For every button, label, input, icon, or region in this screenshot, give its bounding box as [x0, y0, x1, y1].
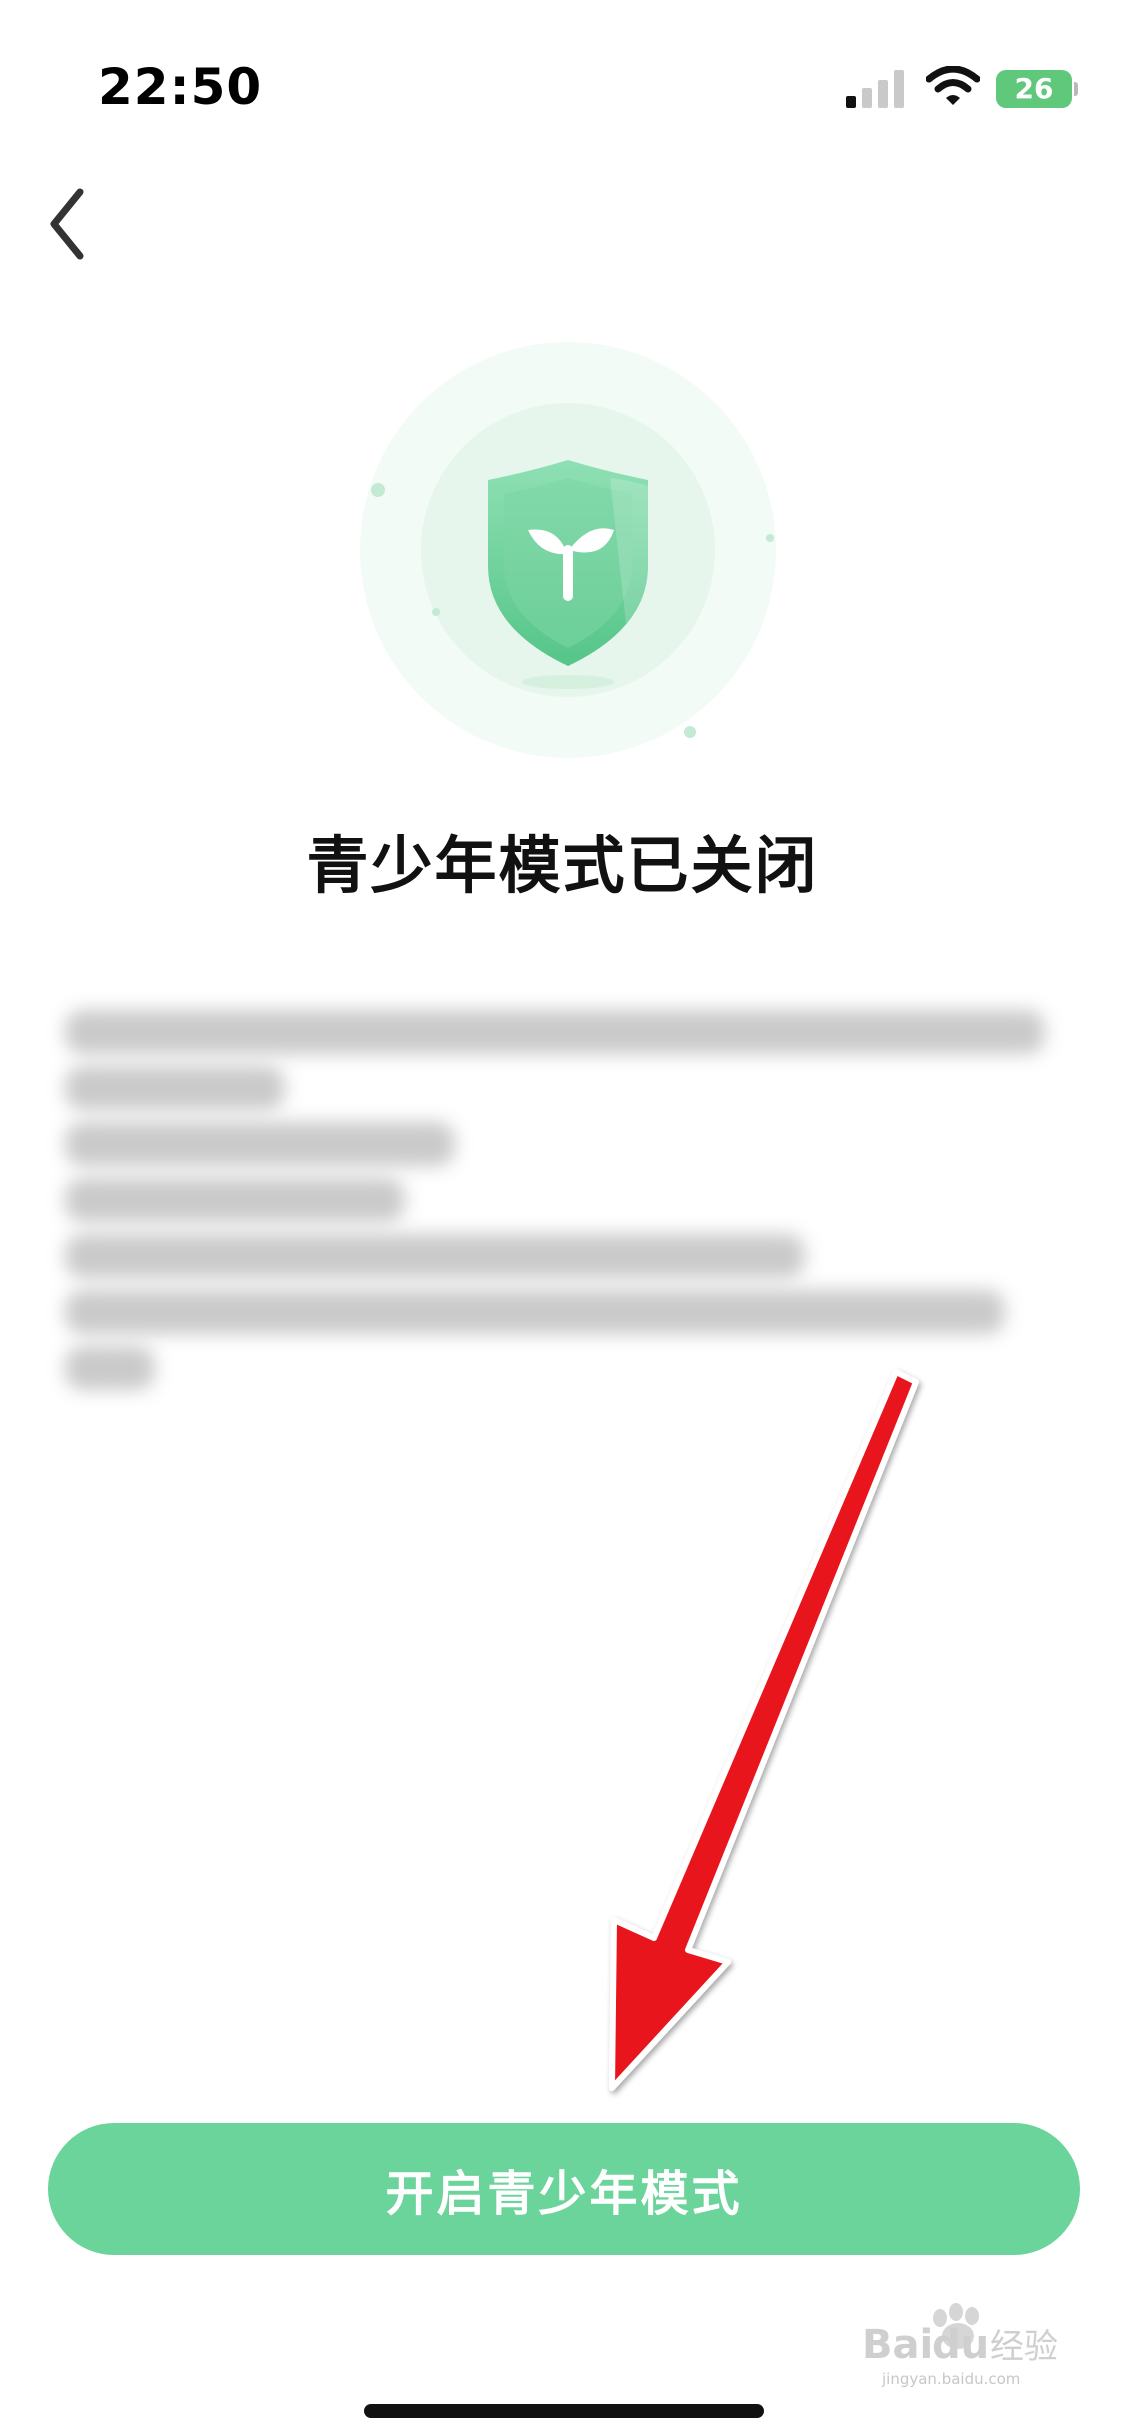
blurred-text-line: [65, 1122, 455, 1166]
svg-text:Bai: Bai: [862, 2322, 933, 2368]
home-indicator: [364, 2404, 764, 2418]
wifi-icon: [926, 66, 980, 105]
enable-youth-mode-button[interactable]: 开启青少年模式: [48, 2123, 1080, 2255]
svg-text:du: du: [932, 2322, 989, 2368]
shield-sprout-icon: [360, 342, 776, 758]
blurred-text-line: [65, 1066, 285, 1110]
back-button[interactable]: [40, 180, 130, 270]
battery-level: 26: [1014, 72, 1054, 105]
status-time: 22:50: [98, 58, 263, 116]
svg-text:经验: 经验: [990, 2327, 1058, 2367]
blurred-text-line: [65, 1234, 805, 1278]
svg-text:jingyan.baidu.com: jingyan.baidu.com: [881, 2370, 1020, 2388]
blurred-text-line: [65, 1346, 155, 1390]
blurred-text-line: [65, 1290, 1005, 1334]
battery-charging-icon: 26: [996, 70, 1078, 108]
status-bar: 22:50 26: [0, 0, 1125, 140]
battery-tip: [1074, 82, 1078, 96]
chevron-left-icon: [50, 188, 84, 260]
baidu-watermark-logo: Bai du 经验 jingyan.baidu.com: [862, 2303, 1058, 2388]
blurred-text-line: [65, 1178, 405, 1222]
blurred-text-line: [65, 1010, 1045, 1054]
page-title: 青少年模式已关闭: [306, 829, 819, 902]
signal-icon: [846, 70, 904, 108]
